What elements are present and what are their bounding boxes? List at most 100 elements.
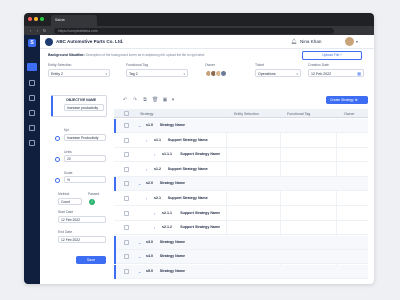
row-id: s5.0	[146, 269, 153, 273]
objective-name-input[interactable]: Increase productivity	[64, 104, 104, 111]
sidebar-item-list-icon[interactable]	[29, 110, 35, 116]
redo-icon[interactable]: ↷	[132, 97, 138, 103]
sidebar-item-report-icon[interactable]	[29, 125, 35, 131]
table-row[interactable]: ⌄ s5.0 Strategy Name	[114, 265, 368, 279]
row-checkbox[interactable]	[124, 166, 129, 172]
expand-chevron-icon[interactable]: ›	[146, 167, 147, 172]
browser-tab[interactable]: Salvia	[51, 15, 97, 26]
end-date-input[interactable]: 12 Feb 2022	[58, 236, 106, 243]
upload-file-button[interactable]: Upload File ⤒	[302, 51, 362, 60]
table-row[interactable]: › s2.1.1 Support Strategy Name	[114, 207, 368, 221]
owner-avatar[interactable]	[220, 69, 227, 77]
chevron-down-icon: ▾	[183, 71, 185, 76]
user-name: Nina Khan	[300, 39, 322, 44]
row-id: s2.1	[154, 196, 161, 200]
sidebar-item-settings-icon[interactable]	[29, 140, 35, 146]
tag-value: Tag 2	[129, 71, 138, 76]
row-checkbox[interactable]	[124, 254, 129, 260]
maximize-window-button[interactable]	[40, 17, 44, 21]
row-name: Strategy Name	[159, 269, 185, 273]
expand-chevron-icon[interactable]: ⌄	[138, 254, 141, 259]
row-checkbox[interactable]	[124, 152, 129, 158]
kpi-radio[interactable]	[55, 136, 60, 141]
end-date-label: End Date	[58, 230, 73, 234]
row-id: s2.0	[146, 181, 153, 186]
expand-chevron-icon[interactable]: ⌄	[138, 240, 141, 245]
start-date-input[interactable]: 12 Feb 2022	[58, 216, 106, 223]
table-row[interactable]: › s2.1.2 Support Strategy Name	[114, 221, 368, 236]
bell-icon[interactable]: 🔔︎	[291, 39, 297, 45]
table-header: Strategy Entity Selection Functional Tag…	[114, 109, 368, 118]
row-checkbox[interactable]	[124, 196, 129, 201]
entity-label: Entity Selection	[48, 63, 72, 67]
expand-chevron-icon[interactable]: ⌄	[138, 181, 141, 186]
date-input[interactable]: 12 Feb 2022 ▦	[308, 69, 364, 77]
row-checkbox[interactable]	[124, 123, 129, 128]
row-id: s3.0	[146, 239, 153, 244]
table-row[interactable]: ⌄ s1.0 Strategy Name	[114, 119, 368, 133]
scale-radio[interactable]	[55, 178, 60, 183]
grid-toolbar: ↶ ↷ ⧉ 🗑︎ ▣ ▾ Create Strategy ⊕	[114, 96, 368, 106]
close-window-button[interactable]	[28, 17, 32, 21]
expand-chevron-icon[interactable]: ⌄	[138, 123, 141, 128]
table-row[interactable]: › s1.1.1 Support Strategy Name	[114, 148, 368, 163]
expand-chevron-icon[interactable]: ›	[154, 225, 155, 230]
expand-chevron-icon[interactable]: ›	[146, 196, 147, 201]
url-field[interactable]: https://complexitatea.com	[54, 27, 334, 34]
start-date-label: Start Date	[58, 210, 74, 214]
select-all-checkbox[interactable]	[124, 111, 129, 116]
app-header: ABC Automotive Parts Co. Ltd. 🔔︎ Nina Kh…	[40, 35, 374, 49]
trash-icon[interactable]: 🗑︎	[152, 97, 158, 103]
row-checkbox[interactable]	[124, 210, 129, 216]
forward-icon[interactable]: ›	[35, 28, 40, 33]
create-strategy-button[interactable]: Create Strategy ⊕	[326, 96, 368, 104]
row-accent-bar	[114, 235, 116, 250]
back-icon[interactable]: ‹	[28, 28, 33, 33]
end-date-value: 12 Feb 2022	[61, 238, 81, 242]
method-select[interactable]: Count	[58, 198, 82, 205]
scale-input[interactable]: %	[64, 176, 106, 183]
undo-icon[interactable]: ↶	[122, 97, 128, 103]
ticket-select[interactable]: Operations ▾	[255, 69, 301, 77]
expand-chevron-icon[interactable]: ›	[154, 211, 155, 216]
table-row[interactable]: ⌄ s3.0 Strategy Name	[114, 235, 368, 250]
scale-label: Scale	[64, 171, 73, 175]
reload-icon[interactable]: ↻	[42, 28, 47, 33]
row-name: Support Strategy Name	[180, 225, 221, 230]
row-checkbox[interactable]	[124, 269, 129, 274]
row-checkbox[interactable]	[124, 225, 129, 231]
app-logo: S	[28, 39, 36, 47]
units-input[interactable]: 20	[64, 155, 106, 162]
tag-select[interactable]: Tag 2 ▾	[126, 69, 188, 77]
copy-icon[interactable]: ⧉	[142, 97, 148, 103]
avatar[interactable]	[345, 37, 354, 46]
sidebar-item-document-icon[interactable]	[29, 95, 35, 101]
row-id: s1.0	[146, 123, 153, 127]
table-row[interactable]: › s2.1 Support Strategy Name	[114, 192, 368, 206]
expand-chevron-icon[interactable]: ⌄	[138, 269, 141, 274]
table-row[interactable]: ⌄ s4.0 Strategy Name	[114, 250, 368, 265]
tab-title: Salvia	[55, 18, 65, 22]
background-situation-bar: Background Situation Rem Description of …	[40, 49, 374, 62]
table-row[interactable]: › s1.1 Support Strategy Name	[114, 134, 368, 148]
kpi-input[interactable]: Increase Productivity	[64, 134, 106, 141]
expand-chevron-icon[interactable]: ›	[146, 138, 147, 143]
expand-chevron-icon[interactable]: ›	[154, 152, 155, 157]
minimize-window-button[interactable]	[34, 17, 38, 21]
chevron-down-icon[interactable]: ▾	[170, 97, 176, 103]
chevron-down-icon[interactable]: ▾	[356, 39, 358, 44]
row-checkbox[interactable]	[124, 137, 129, 143]
save-button[interactable]: Save	[76, 256, 106, 264]
method-label: Method	[58, 192, 70, 196]
row-id: s4.0	[146, 254, 153, 259]
row-checkbox[interactable]	[124, 181, 129, 187]
table-row[interactable]: ⌄ s2.0 Strategy Name	[114, 177, 368, 192]
sidebar-item-home-icon[interactable]	[27, 63, 37, 71]
table-row[interactable]: › s1.2 Support Strategy Name	[114, 163, 368, 177]
passed-check-icon[interactable]: ✓	[89, 199, 95, 205]
filter-icon[interactable]: ▣	[162, 97, 168, 103]
units-radio[interactable]	[55, 157, 60, 162]
row-checkbox[interactable]	[124, 239, 129, 245]
sidebar-item-chart-icon[interactable]	[29, 80, 35, 86]
entity-select[interactable]: Entity 2 ▾	[48, 69, 110, 77]
